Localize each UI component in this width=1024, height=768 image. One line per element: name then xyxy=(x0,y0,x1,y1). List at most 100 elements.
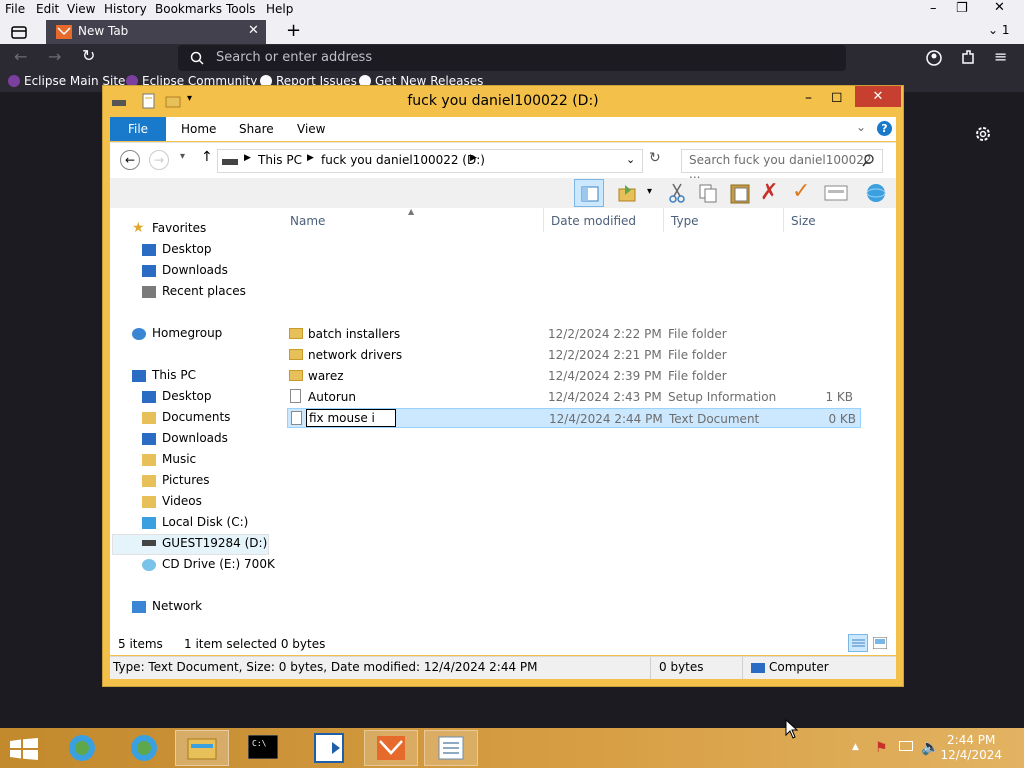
nav-pc-pictures[interactable]: Pictures xyxy=(162,473,210,487)
refresh-icon[interactable]: ↻ xyxy=(649,150,661,166)
network-status-icon[interactable] xyxy=(899,741,913,751)
nav-fav-recent[interactable]: Recent places xyxy=(162,284,246,298)
menu-file[interactable]: File xyxy=(5,2,25,16)
menu-view[interactable]: View xyxy=(67,2,95,16)
details-view-button[interactable] xyxy=(848,634,868,652)
rename-icon[interactable]: ✓ xyxy=(792,179,810,204)
account-icon[interactable] xyxy=(926,50,942,66)
explorer-address-bar[interactable]: ▶ This PC ▶ fuck you daniel100022 (D:) ▶… xyxy=(217,149,643,173)
search-icon xyxy=(862,154,874,167)
table-row[interactable]: Autorun 12/4/2024 2:43 PM Setup Informat… xyxy=(285,387,857,407)
nav-favorites[interactable]: Favorites xyxy=(152,221,206,235)
browser-menubar: File Edit View History Bookmarks Tools H… xyxy=(0,0,1024,20)
address-dropdown-icon[interactable]: ⌄ xyxy=(626,153,635,166)
reload-icon[interactable]: ↻ xyxy=(82,46,95,65)
tab-list-icon[interactable] xyxy=(10,24,28,40)
restore-icon[interactable]: ❐ xyxy=(956,1,968,16)
explorer-titlebar[interactable]: ▾ fuck you daniel100022 (D:) – ◻ ✕ xyxy=(103,86,903,116)
tab-overflow-button[interactable]: ⌄ 1 xyxy=(988,23,1010,37)
delete-icon[interactable]: ✗ xyxy=(760,180,778,205)
breadcrumb-drive[interactable]: fuck you daniel100022 (D:) xyxy=(321,153,485,167)
tab-new-tab[interactable]: New Tab ✕ xyxy=(46,20,266,44)
explorer-back-icon[interactable]: ← xyxy=(120,150,140,170)
column-date[interactable]: Date modified xyxy=(551,214,636,228)
column-size[interactable]: Size xyxy=(791,214,816,228)
ribbon-tab-view[interactable]: View xyxy=(297,122,325,136)
extensions-icon[interactable] xyxy=(960,49,976,66)
recent-locations-icon[interactable]: ▾ xyxy=(180,151,185,162)
nav-network[interactable]: Network xyxy=(152,599,202,613)
explorer-maximize-icon[interactable]: ◻ xyxy=(831,89,843,105)
nav-this-pc[interactable]: This PC xyxy=(152,368,196,382)
table-row[interactable]: warez 12/4/2024 2:39 PM File folder xyxy=(285,366,857,386)
forward-icon[interactable]: → xyxy=(48,47,61,66)
app-menu-icon[interactable]: ≡ xyxy=(994,47,1007,66)
nav-fav-desktop[interactable]: Desktop xyxy=(162,242,212,256)
properties-icon[interactable] xyxy=(824,185,848,201)
nav-pc-desktop[interactable]: Desktop xyxy=(162,389,212,403)
ribbon-expand-icon[interactable]: ⌄ xyxy=(856,120,866,134)
table-row[interactable]: batch installers 12/2/2024 2:22 PM File … xyxy=(285,324,857,344)
nav-pc-downloads[interactable]: Downloads xyxy=(162,431,228,445)
table-row[interactable]: network drivers 12/2/2024 2:21 PM File f… xyxy=(285,345,857,365)
file-type: File folder xyxy=(668,369,727,383)
settings-gear-icon[interactable] xyxy=(974,125,992,143)
taskbar-app-button[interactable] xyxy=(302,730,356,766)
nav-pc-videos[interactable]: Videos xyxy=(162,494,202,508)
ribbon-tab-file[interactable]: File xyxy=(110,117,166,141)
move-to-dropdown-icon[interactable]: ▾ xyxy=(647,186,652,197)
show-hidden-icons[interactable]: ▲ xyxy=(852,742,859,752)
menu-tools[interactable]: Tools xyxy=(226,2,256,16)
nav-pc-documents[interactable]: Documents xyxy=(162,410,230,424)
action-center-flag-icon[interactable]: ⚑ xyxy=(875,740,888,756)
large-icons-view-icon[interactable] xyxy=(873,637,887,649)
explorer-forward-icon[interactable]: → xyxy=(149,150,169,170)
menu-history[interactable]: History xyxy=(104,2,147,16)
explorer-minimize-icon[interactable]: – xyxy=(805,90,812,106)
tab-close-icon[interactable]: ✕ xyxy=(248,23,259,38)
minimize-icon[interactable]: – xyxy=(930,1,937,16)
ribbon-tab-share[interactable]: Share xyxy=(239,122,274,136)
taskbar-ie-button[interactable] xyxy=(55,730,109,766)
network-globe-icon[interactable] xyxy=(864,182,888,204)
file-size: 1 KB xyxy=(825,390,853,404)
move-to-icon[interactable] xyxy=(617,183,639,203)
navigation-pane: ★ Favorites Desktop Downloads Recent pla… xyxy=(110,208,280,631)
start-windows-icon[interactable] xyxy=(10,738,38,760)
nav-pc-cd-drive[interactable]: CD Drive (E:) 700K xyxy=(162,557,275,571)
menu-edit[interactable]: Edit xyxy=(36,2,59,16)
paste-icon[interactable] xyxy=(729,182,751,204)
taskbar-explorer-button[interactable] xyxy=(175,730,229,766)
ribbon-tab-home[interactable]: Home xyxy=(181,122,216,136)
copy-icon[interactable] xyxy=(698,183,718,203)
help-icon[interactable]: ? xyxy=(877,121,892,136)
column-type[interactable]: Type xyxy=(671,214,699,228)
nav-fav-downloads[interactable]: Downloads xyxy=(162,263,228,277)
new-tab-button[interactable]: + xyxy=(286,20,301,41)
menu-bookmarks[interactable]: Bookmarks xyxy=(155,2,222,16)
explorer-close-button[interactable]: ✕ xyxy=(855,86,901,107)
nav-homegroup[interactable]: Homegroup xyxy=(152,326,222,340)
taskbar-firefox-button[interactable] xyxy=(364,730,418,766)
nav-pc-music[interactable]: Music xyxy=(162,452,196,466)
taskbar-cmd-button[interactable]: C:\ xyxy=(236,730,290,766)
nav-pc-local-disk[interactable]: Local Disk (C:) xyxy=(162,515,248,529)
nav-pc-guest-drive[interactable]: GUEST19284 (D:) xyxy=(162,536,267,550)
taskbar-ie-button-2[interactable] xyxy=(117,730,171,766)
explorer-search-input[interactable]: Search fuck you daniel100022 ... xyxy=(681,149,883,181)
rename-input[interactable]: fix mouse i xyxy=(306,409,396,427)
up-icon[interactable]: ↑ xyxy=(201,149,213,165)
cut-icon[interactable] xyxy=(668,183,686,203)
breadcrumb-this-pc[interactable]: This PC xyxy=(258,153,302,167)
table-row-selected[interactable]: fix mouse i 12/4/2024 2:44 PM Text Docum… xyxy=(287,408,861,428)
volume-icon[interactable]: 🔈 xyxy=(921,738,940,756)
taskbar-clock[interactable]: 2:44 PM 12/4/2024 xyxy=(940,733,1002,763)
taskbar-notepad-button[interactable] xyxy=(424,730,478,766)
back-icon[interactable]: ← xyxy=(14,47,27,66)
menu-help[interactable]: Help xyxy=(266,2,293,16)
address-bar[interactable]: Search or enter address xyxy=(178,45,846,71)
column-name[interactable]: Name xyxy=(290,214,325,228)
preview-pane-button[interactable] xyxy=(574,179,604,207)
close-icon[interactable]: ✕ xyxy=(994,0,1005,15)
search-placeholder: Search fuck you daniel100022 ... xyxy=(689,153,872,181)
